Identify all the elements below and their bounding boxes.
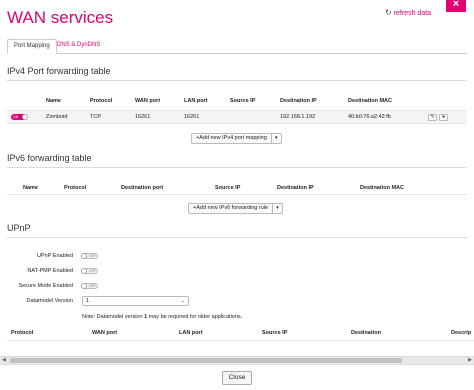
chevron-down-icon: ⌄ bbox=[180, 298, 185, 304]
datamodel-note: Note: Datamodel version 1 may be require… bbox=[82, 314, 242, 320]
divider bbox=[7, 237, 467, 238]
datamodel-version-select[interactable]: 1 ⌄ bbox=[82, 296, 189, 306]
row-destination-ip: 192.168.1.192 bbox=[280, 114, 316, 120]
ipv4-header-destination-ip: Destination IP bbox=[280, 98, 317, 104]
add-ipv6-label: Add new IPv6 forwarding rule bbox=[196, 205, 269, 211]
nat-pmp-enabled-label: NAT-PMP Enabled bbox=[27, 268, 73, 274]
ipv6-section-title: IPv6 forwarding table bbox=[7, 153, 92, 163]
ipv6-header-source-ip: Source IP bbox=[215, 185, 241, 191]
ipv4-section-title: IPv4 Port forwarding table bbox=[7, 66, 111, 76]
ipv4-header-name: Name bbox=[46, 98, 61, 104]
divider bbox=[7, 80, 467, 81]
row-destination-mac: 40:b0:76:a2:42:fb bbox=[348, 114, 391, 120]
caret-down-icon[interactable]: ▾ bbox=[273, 204, 282, 213]
row-name: Zomboid bbox=[46, 114, 68, 120]
edit-icon[interactable]: ✎ bbox=[428, 114, 437, 121]
upnp-header-destination: Destination bbox=[351, 330, 381, 336]
datamodel-version-label: Datamodel Version bbox=[26, 298, 73, 304]
secure-mode-enabled-label: Secure Mode Enabled bbox=[18, 283, 73, 289]
note-prefix: Note: Datamodel version bbox=[82, 314, 145, 320]
dialog-title: WAN services bbox=[7, 8, 114, 27]
ipv4-header-protocol: Protocol bbox=[90, 98, 113, 104]
upnp-section-title: UPnP bbox=[7, 223, 31, 233]
row-wan-port: 16261 bbox=[135, 114, 151, 120]
table-row bbox=[7, 110, 467, 124]
row-lan-port: 16261 bbox=[184, 114, 200, 120]
ipv6-header-destination-ip: Destination IP bbox=[277, 185, 314, 191]
tab-dns-dyndns[interactable]: DNS & DynDNS bbox=[51, 39, 106, 54]
upnp-enabled-label: UPnP Enabled bbox=[37, 253, 73, 259]
dialog-footer: Close bbox=[0, 364, 474, 390]
close-button[interactable]: Close bbox=[222, 371, 252, 385]
divider bbox=[7, 167, 467, 168]
ipv4-header-wan-port: WAN port bbox=[135, 98, 161, 104]
close-icon[interactable]: × bbox=[446, 0, 466, 12]
add-ipv6-rule-button[interactable]: +Add new IPv6 forwarding rule ▾ bbox=[188, 203, 284, 214]
upnp-header-source-ip: Source IP bbox=[262, 330, 288, 336]
row-enabled-toggle[interactable]: ON bbox=[11, 114, 28, 120]
upnp-header-lan-port: LAN port bbox=[179, 330, 203, 336]
delete-icon[interactable]: ● bbox=[439, 114, 448, 121]
add-ipv4-label: Add new IPv4 port mapping bbox=[199, 135, 267, 141]
ipv6-header-name: Name bbox=[23, 185, 38, 191]
add-ipv4-mapping-button[interactable]: +Add new IPv4 port mapping ▾ bbox=[191, 133, 282, 144]
ipv6-header-destination-port: Destination port bbox=[121, 185, 164, 191]
refresh-icon: ↻ bbox=[385, 8, 392, 17]
upnp-header-description: Descrip bbox=[451, 330, 472, 336]
tab-bar: Port Mapping DNS & DynDNS bbox=[7, 39, 467, 54]
ipv6-header-destination-mac: Destination MAC bbox=[360, 185, 404, 191]
ipv6-header-protocol: Protocol bbox=[64, 185, 87, 191]
divider bbox=[7, 194, 467, 195]
note-suffix: may be required for older applications. bbox=[147, 314, 243, 320]
caret-down-icon[interactable]: ▾ bbox=[272, 134, 281, 143]
secure-mode-enabled-toggle[interactable]: OFF bbox=[81, 283, 98, 289]
refresh-label: refresh data bbox=[393, 10, 432, 17]
divider bbox=[7, 340, 474, 341]
ipv4-header-source-ip: Source IP bbox=[230, 98, 256, 104]
refresh-data-link[interactable]: ↻ refresh data bbox=[385, 8, 431, 17]
ipv4-header-destination-mac: Destination MAC bbox=[348, 98, 392, 104]
nat-pmp-enabled-toggle[interactable]: OFF bbox=[81, 268, 98, 274]
upnp-header-protocol: Protocol bbox=[11, 330, 34, 336]
upnp-header-wan-port: WAN port bbox=[92, 330, 118, 336]
tab-port-mapping[interactable]: Port Mapping bbox=[7, 39, 57, 54]
scroll-left-icon[interactable]: ◀ bbox=[2, 357, 6, 363]
row-protocol: TCP bbox=[90, 114, 101, 120]
wan-services-dialog: × WAN services ↻ refresh data Port Mappin… bbox=[0, 0, 474, 390]
upnp-enabled-toggle[interactable]: OFF bbox=[81, 253, 98, 259]
scroll-right-icon[interactable]: ▶ bbox=[468, 357, 472, 363]
horizontal-scrollbar[interactable]: ◀ ▶ bbox=[0, 356, 474, 364]
ipv4-header-lan-port: LAN port bbox=[184, 98, 208, 104]
datamodel-version-value: 1 bbox=[86, 298, 90, 304]
scrollbar-thumb[interactable] bbox=[10, 358, 402, 363]
